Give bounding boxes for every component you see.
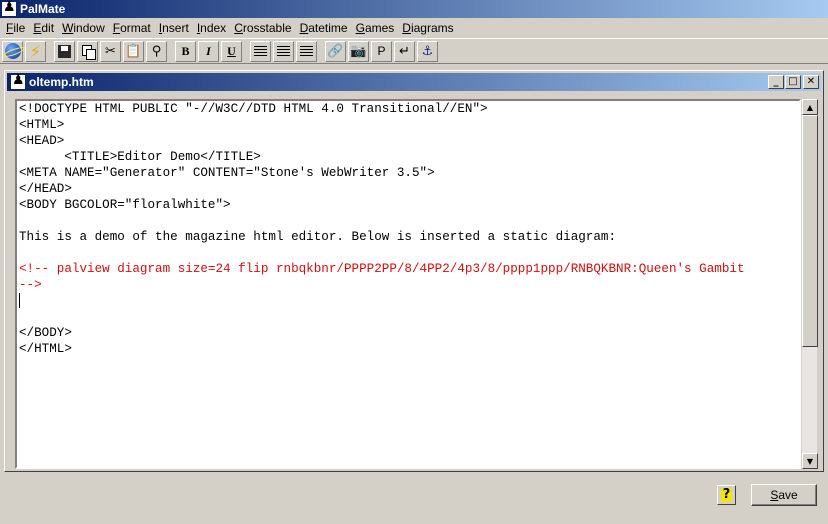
underline-icon: U (227, 43, 236, 58)
align-center-icon (277, 45, 290, 57)
globe-icon (4, 43, 21, 59)
scroll-down-button[interactable]: ▼ (802, 453, 818, 469)
anchor-button[interactable]: ⚓ (417, 40, 438, 62)
copy-button[interactable] (77, 40, 98, 62)
save-button[interactable]: Save (751, 484, 817, 506)
run-button[interactable]: ⚡ (25, 40, 46, 62)
lightning-icon: ⚡ (29, 41, 42, 61)
document-window: oltemp.htm _ □ ✕ <!DOCTYPE HTML PUBLIC "… (4, 70, 824, 472)
paragraph-icon: P (377, 44, 386, 58)
close-icon: ✕ (806, 76, 816, 87)
menu-crosstable[interactable]: Crosstable (230, 21, 295, 35)
anchor-icon: ⚓ (421, 43, 434, 59)
app-title: PalMate (20, 2, 66, 16)
document-title-bar[interactable]: oltemp.htm _ □ ✕ (7, 72, 821, 91)
chess-pawn-icon[interactable] (2, 0, 16, 16)
menu-window[interactable]: Window (58, 21, 109, 35)
scroll-thumb[interactable] (802, 115, 818, 347)
code-line: <BODY BGCOLOR="floralwhite"> (19, 198, 231, 212)
line-break-button[interactable]: ↵ (394, 40, 415, 62)
document-title: oltemp.htm (29, 75, 94, 89)
menu-games[interactable]: Games (352, 21, 399, 35)
find-icon: ⚲ (151, 43, 162, 59)
paste-button[interactable]: 📋 (123, 40, 144, 62)
code-line: </HEAD> (19, 182, 72, 196)
html-editor[interactable]: <!DOCTYPE HTML PUBLIC "-//W3C//DTD HTML … (15, 99, 801, 469)
insert-link-button[interactable]: 🔗 (325, 40, 346, 62)
cut-icon: ✂ (105, 43, 116, 59)
menu-diagrams[interactable]: Diagrams (398, 21, 457, 35)
menu-file[interactable]: File (2, 21, 29, 35)
maximize-icon: □ (788, 76, 798, 87)
align-left-button[interactable] (250, 40, 271, 62)
copy-icon (81, 44, 96, 60)
italic-icon: I (206, 43, 211, 58)
align-center-button[interactable] (273, 40, 294, 62)
code-line: This is a demo of the magazine html edit… (19, 230, 617, 244)
menu-format[interactable]: Format (109, 21, 155, 35)
code-line: <TITLE>Editor Demo</TITLE> (19, 150, 261, 164)
maximize-button[interactable]: □ (785, 75, 801, 89)
code-line (19, 293, 797, 309)
italic-button[interactable]: I (198, 40, 219, 62)
find-button[interactable]: ⚲ (146, 40, 167, 62)
vertical-scrollbar[interactable]: ▲ ▼ (801, 99, 818, 469)
align-left-icon (254, 45, 267, 57)
paragraph-button[interactable]: P (371, 40, 392, 62)
align-justify-icon (300, 45, 313, 57)
toolbar: ⚡ ✂ 📋 ⚲ B I U 🔗 📷 P ↵ ⚓ (0, 38, 828, 64)
link-icon: 🔗 (327, 43, 344, 59)
app-title-bar[interactable]: PalMate (0, 0, 828, 18)
menu-bar: File Edit Window Format Insert Index Crosstabl… (0, 18, 828, 37)
code-line: <HEAD> (19, 134, 65, 148)
code-line: <HTML> (19, 118, 65, 132)
menu-datetime[interactable]: Datetime (296, 21, 352, 35)
code-line: <!-- palview diagram size=24 flip rnbqkb… (19, 262, 745, 276)
minimize-icon: _ (773, 76, 779, 87)
arrow-up-icon: ▲ (806, 102, 814, 112)
code-text[interactable]: <!DOCTYPE HTML PUBLIC "-//W3C//DTD HTML … (17, 101, 799, 357)
cut-button[interactable]: ✂ (100, 40, 121, 62)
scroll-up-button[interactable]: ▲ (802, 99, 818, 115)
arrow-down-icon: ▼ (806, 456, 814, 466)
chess-pawn-icon[interactable] (11, 72, 25, 89)
help-icon: ? (720, 487, 733, 502)
underline-button[interactable]: U (221, 40, 242, 62)
code-line: --> (19, 278, 42, 292)
text-caret (19, 293, 20, 308)
paste-icon: 📋 (125, 43, 142, 59)
menu-insert[interactable]: Insert (155, 21, 193, 35)
code-line: <META NAME="Generator" CONTENT="Stone's … (19, 166, 435, 180)
browser-preview-button[interactable] (2, 40, 23, 62)
code-line: </BODY> (19, 326, 72, 340)
save-icon (58, 44, 71, 58)
code-line: </HTML> (19, 342, 72, 356)
help-button[interactable]: ? (717, 485, 736, 505)
minimize-button[interactable]: _ (768, 75, 784, 89)
insert-image-button[interactable]: 📷 (348, 40, 369, 62)
save-label: ave (778, 488, 798, 502)
menu-edit[interactable]: Edit (29, 21, 58, 35)
image-icon: 📷 (350, 43, 367, 59)
window-controls: _ □ ✕ (767, 75, 819, 89)
line-break-icon: ↵ (399, 43, 410, 59)
menu-index[interactable]: Index (193, 21, 230, 35)
code-line: <!DOCTYPE HTML PUBLIC "-//W3C//DTD HTML … (19, 102, 488, 116)
save-toolbar-button[interactable] (54, 40, 75, 62)
align-justify-button[interactable] (296, 40, 317, 62)
close-button[interactable]: ✕ (803, 75, 819, 89)
bold-icon: B (181, 43, 190, 58)
save-mnemonic: S (770, 488, 779, 502)
bold-button[interactable]: B (175, 40, 196, 62)
